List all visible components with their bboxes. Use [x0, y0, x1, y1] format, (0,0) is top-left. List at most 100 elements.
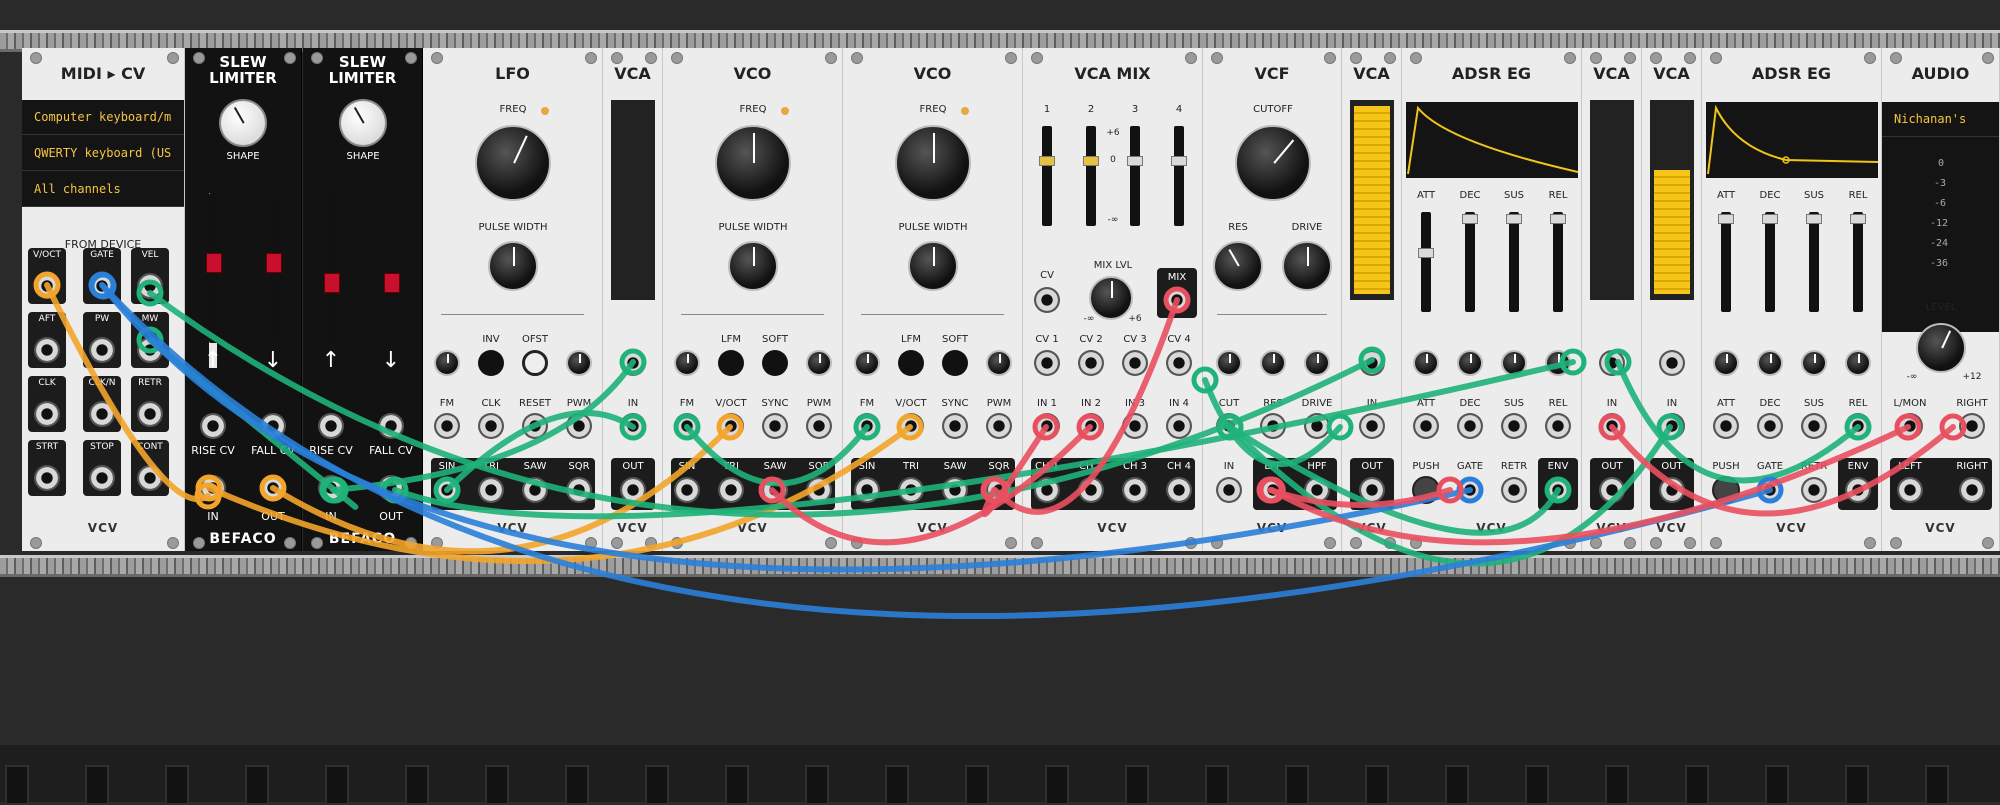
- sus-cv-knob[interactable]: [1501, 350, 1527, 376]
- dec-jack[interactable]: [1457, 413, 1483, 439]
- midi-jack[interactable]: [34, 401, 60, 427]
- tri-jack[interactable]: [478, 477, 504, 503]
- ch4-jack[interactable]: [1166, 477, 1192, 503]
- res-jack[interactable]: [1260, 413, 1286, 439]
- pulse-width-knob[interactable]: [488, 241, 538, 291]
- left-out-jack[interactable]: [1897, 477, 1923, 503]
- saw-jack[interactable]: [762, 477, 788, 503]
- rel-fader[interactable]: [1550, 212, 1566, 312]
- fm-jack[interactable]: [854, 413, 880, 439]
- gate-jack[interactable]: [1457, 477, 1483, 503]
- out-jack[interactable]: [620, 477, 646, 503]
- midi-jack[interactable]: [34, 337, 60, 363]
- right-out-jack[interactable]: [1959, 477, 1985, 503]
- cut-cv-knob[interactable]: [1216, 350, 1242, 376]
- att-jack[interactable]: [1713, 413, 1739, 439]
- rel-cv-knob[interactable]: [1545, 350, 1571, 376]
- res-knob[interactable]: [1213, 241, 1263, 291]
- voct-jack[interactable]: [898, 413, 924, 439]
- midi-jack[interactable]: [34, 465, 60, 491]
- out-jack[interactable]: [260, 475, 286, 501]
- pulse-width-knob[interactable]: [908, 241, 958, 291]
- out-jack[interactable]: [1659, 477, 1685, 503]
- gate-jack[interactable]: [1757, 477, 1783, 503]
- cv-jack[interactable]: [1599, 350, 1625, 376]
- clk-jack[interactable]: [478, 413, 504, 439]
- midi-channel-select[interactable]: All channels: [22, 172, 184, 207]
- level-knob[interactable]: [1916, 323, 1966, 373]
- fall-fader[interactable]: [384, 193, 400, 343]
- channel-3-fader[interactable]: [1127, 126, 1143, 226]
- tri-jack[interactable]: [898, 477, 924, 503]
- fall-cv-jack[interactable]: [378, 413, 404, 439]
- right-in-jack[interactable]: [1959, 413, 1985, 439]
- hpf-jack[interactable]: [1304, 477, 1330, 503]
- ch2-jack[interactable]: [1078, 477, 1104, 503]
- voct-jack[interactable]: [718, 413, 744, 439]
- pwm-jack[interactable]: [806, 413, 832, 439]
- lmon-jack[interactable]: [1897, 413, 1923, 439]
- rise-cv-jack[interactable]: [200, 413, 226, 439]
- drive-knob[interactable]: [1282, 241, 1332, 291]
- shape-knob[interactable]: [219, 99, 267, 147]
- midi-device-select[interactable]: QWERTY keyboard (US: [22, 136, 184, 171]
- fm-knob[interactable]: [854, 350, 880, 376]
- sus-fader[interactable]: [1806, 212, 1822, 312]
- in-jack[interactable]: [1599, 413, 1625, 439]
- cut-jack[interactable]: [1216, 413, 1242, 439]
- pwm-knob[interactable]: [566, 350, 592, 376]
- sqr-jack[interactable]: [986, 477, 1012, 503]
- cv-jack[interactable]: [1659, 350, 1685, 376]
- fall-fader[interactable]: [266, 193, 282, 343]
- pwm-jack[interactable]: [986, 413, 1012, 439]
- cv4-jack[interactable]: [1166, 350, 1192, 376]
- channel-2-fader[interactable]: [1083, 126, 1099, 226]
- cutoff-knob[interactable]: [1235, 125, 1311, 201]
- sqr-jack[interactable]: [806, 477, 832, 503]
- att-jack[interactable]: [1413, 413, 1439, 439]
- midi-jack[interactable]: [137, 465, 163, 491]
- rel-jack[interactable]: [1545, 413, 1571, 439]
- freq-knob[interactable]: [895, 125, 971, 201]
- att-fader[interactable]: [1418, 212, 1434, 312]
- cv1-jack[interactable]: [1034, 350, 1060, 376]
- rel-cv-knob[interactable]: [1845, 350, 1871, 376]
- env-jack[interactable]: [1845, 477, 1871, 503]
- out-jack[interactable]: [1599, 477, 1625, 503]
- inv-button[interactable]: [478, 350, 504, 376]
- mix-out-jack[interactable]: [1164, 287, 1190, 313]
- sus-cv-knob[interactable]: [1801, 350, 1827, 376]
- midi-jack[interactable]: [137, 337, 163, 363]
- att-cv-knob[interactable]: [1713, 350, 1739, 376]
- in-jack[interactable]: [318, 475, 344, 501]
- midi-jack[interactable]: [89, 273, 115, 299]
- lpf-jack[interactable]: [1260, 477, 1286, 503]
- push-button[interactable]: [1412, 476, 1440, 504]
- drive-cv-knob[interactable]: [1304, 350, 1330, 376]
- retr-jack[interactable]: [1501, 477, 1527, 503]
- res-cv-knob[interactable]: [1260, 350, 1286, 376]
- sin-jack[interactable]: [434, 477, 460, 503]
- retr-jack[interactable]: [1801, 477, 1827, 503]
- sus-jack[interactable]: [1801, 413, 1827, 439]
- freq-knob[interactable]: [715, 125, 791, 201]
- pulse-width-knob[interactable]: [728, 241, 778, 291]
- channel-1-fader[interactable]: [1039, 126, 1055, 226]
- mix-level-knob[interactable]: [1089, 276, 1133, 320]
- out-jack[interactable]: [1359, 477, 1385, 503]
- in-jack[interactable]: [620, 413, 646, 439]
- ofst-button[interactable]: [522, 350, 548, 376]
- cv-jack[interactable]: [620, 350, 646, 376]
- ch3-jack[interactable]: [1122, 477, 1148, 503]
- fm-jack[interactable]: [434, 413, 460, 439]
- cv-jack[interactable]: [1359, 350, 1385, 376]
- att-cv-knob[interactable]: [1413, 350, 1439, 376]
- tri-jack[interactable]: [718, 477, 744, 503]
- midi-jack[interactable]: [89, 465, 115, 491]
- sus-fader[interactable]: [1506, 212, 1522, 312]
- dec-cv-knob[interactable]: [1757, 350, 1783, 376]
- env-jack[interactable]: [1545, 477, 1571, 503]
- cv2-jack[interactable]: [1078, 350, 1104, 376]
- ch1-jack[interactable]: [1034, 477, 1060, 503]
- in2-jack[interactable]: [1078, 413, 1104, 439]
